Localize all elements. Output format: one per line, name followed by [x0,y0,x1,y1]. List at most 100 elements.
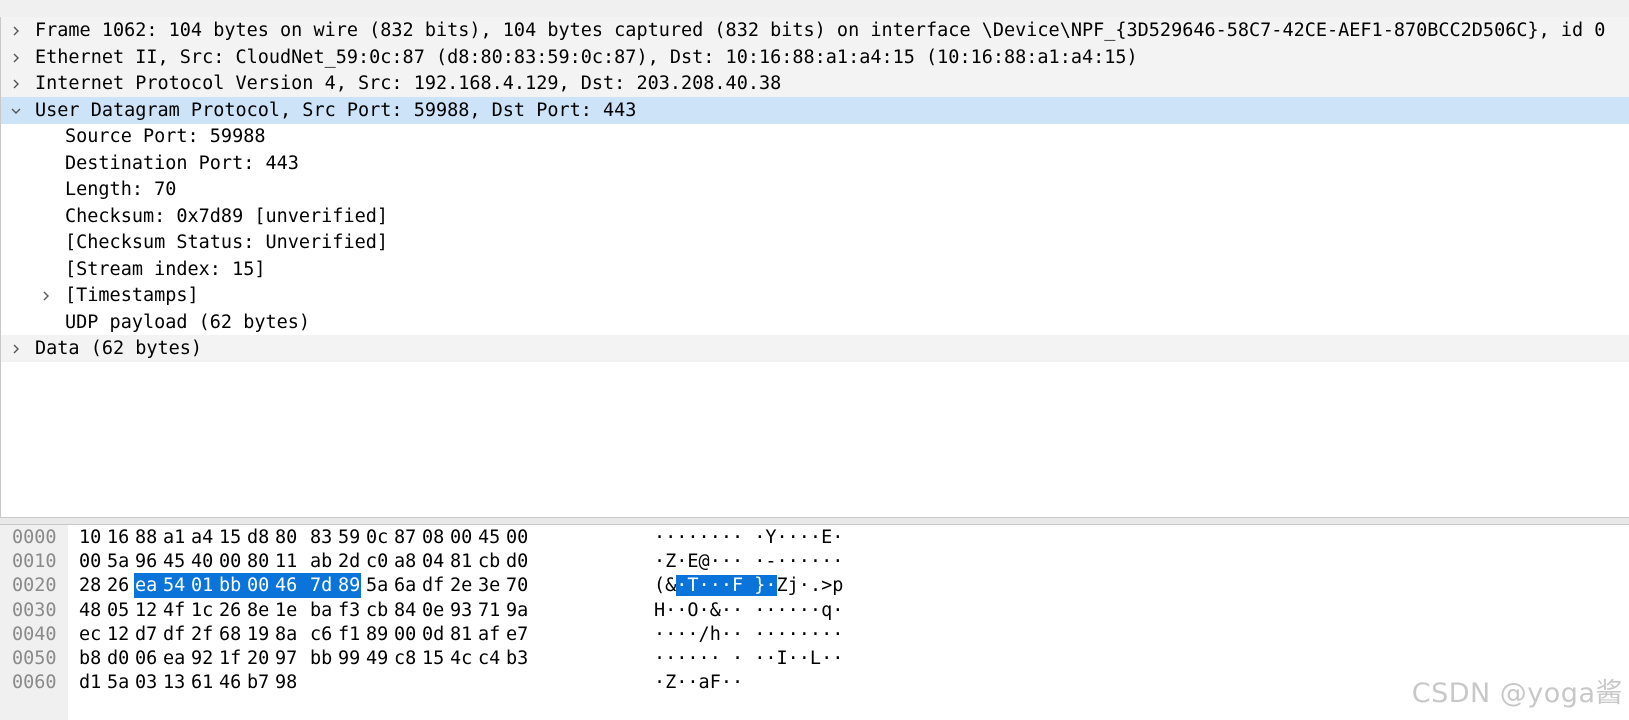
tree-row[interactable]: [Timestamps] [1,282,1629,309]
hex-byte[interactable]: ba [310,598,338,623]
hex-byte[interactable]: 45 [478,525,506,550]
hex-byte[interactable]: 20 [247,646,275,671]
hex-byte[interactable]: 46 [275,573,303,598]
hex-row[interactable]: 0050 b8 d0 06 ea 92 1f 20 97 bb 99 49 c8 15 4c c4 b3 [0,646,640,671]
hex-byte[interactable]: 88 [135,525,163,550]
ascii-row[interactable]: ·Z··aF·· [654,670,743,695]
hex-byte[interactable]: ab [310,549,338,574]
hex-byte[interactable]: 00 [450,525,478,550]
hex-byte[interactable]: bb [310,646,338,671]
hex-byte[interactable]: d8 [247,525,275,550]
hex-byte[interactable]: 83 [310,525,338,550]
hex-byte[interactable]: c6 [310,622,338,647]
hex-byte[interactable]: 59 [338,525,366,550]
hex-byte[interactable]: 00 [394,622,422,647]
hex-byte[interactable]: 4f [163,598,191,623]
hex-byte[interactable]: c0 [366,549,394,574]
hex-byte[interactable]: d0 [107,646,135,671]
hex-byte[interactable]: 0c [366,525,394,550]
hex-byte[interactable]: 0e [422,598,450,623]
ascii-row[interactable]: ·Z·E@··· ·-······ [654,549,843,574]
hex-byte[interactable]: 5a [107,670,135,695]
hex-byte[interactable]: 08 [422,525,450,550]
hex-byte[interactable]: b7 [247,670,275,695]
hex-byte[interactable]: 13 [163,670,191,695]
hex-byte[interactable]: 04 [422,549,450,574]
hex-byte[interactable]: ea [135,573,163,598]
hex-byte[interactable]: 2d [338,549,366,574]
hex-byte[interactable]: 00 [79,549,107,574]
hex-row[interactable]: 0010 00 5a 96 45 40 00 80 11 ab 2d c0 a8 04 81 cb d0 [0,549,640,574]
hex-byte[interactable]: 87 [394,525,422,550]
hex-byte[interactable]: 03 [135,670,163,695]
hex-byte[interactable]: 0d [422,622,450,647]
hex-byte[interactable]: 70 [506,573,534,598]
hex-byte[interactable]: 98 [275,670,303,695]
hex-byte[interactable]: 5a [366,573,394,598]
hex-byte[interactable]: 28 [79,573,107,598]
hex-byte[interactable]: f3 [338,598,366,623]
hex-byte[interactable]: 3e [478,573,506,598]
ascii-row[interactable]: ····/h·· ········ [654,622,843,647]
hex-byte[interactable]: 01 [191,573,219,598]
hex-byte[interactable]: cb [366,598,394,623]
hex-byte[interactable]: 71 [478,598,506,623]
tree-row[interactable]: UDP payload (62 bytes) [1,309,1629,336]
hex-byte[interactable]: 7d [310,573,338,598]
hex-row[interactable]: 0030 48 05 12 4f 1c 26 8e 1e ba f3 cb 84 0e 93 71 9a [0,598,640,623]
hex-byte[interactable]: 00 [219,549,247,574]
hex-byte[interactable]: 8e [247,598,275,623]
hex-byte[interactable]: bb [219,573,247,598]
hex-byte[interactable]: 89 [338,573,366,598]
hex-byte[interactable]: 5a [107,549,135,574]
hex-byte[interactable]: 1e [275,598,303,623]
hex-byte[interactable]: c4 [478,646,506,671]
hex-byte[interactable]: 1c [191,598,219,623]
hex-byte[interactable]: ea [163,646,191,671]
hex-byte[interactable]: 9a [506,598,534,623]
hex-byte[interactable]: 49 [366,646,394,671]
tree-row[interactable]: Data (62 bytes) [1,335,1629,362]
hex-byte[interactable]: d1 [79,670,107,695]
hex-byte[interactable]: e7 [506,622,534,647]
hex-byte[interactable]: 68 [219,622,247,647]
hex-byte[interactable]: a4 [191,525,219,550]
hex-byte[interactable]: b3 [506,646,534,671]
hex-byte[interactable]: 89 [366,622,394,647]
hex-byte[interactable]: 06 [135,646,163,671]
hex-byte[interactable]: 12 [107,622,135,647]
hex-byte[interactable]: 2e [450,573,478,598]
hex-byte[interactable]: 00 [247,573,275,598]
hex-byte[interactable]: b8 [79,646,107,671]
hex-byte[interactable]: df [163,622,191,647]
hex-byte[interactable]: 16 [107,525,135,550]
hex-byte[interactable]: af [478,622,506,647]
hex-byte[interactable]: 26 [219,598,247,623]
ascii-row[interactable]: H··O·&·· ······q· [654,598,843,623]
hex-byte[interactable]: 97 [275,646,303,671]
hex-byte[interactable]: 93 [450,598,478,623]
hex-byte[interactable]: ec [79,622,107,647]
ascii-row[interactable]: ······ · ··I··L·· [654,646,843,671]
hex-byte[interactable]: 15 [422,646,450,671]
tree-row[interactable]: Ethernet II, Src: CloudNet_59:0c:87 (d8:… [1,43,1629,71]
hex-byte[interactable]: 81 [450,622,478,647]
tree-row[interactable]: [Stream index: 15] [1,256,1629,283]
hex-byte[interactable]: a8 [394,549,422,574]
hex-byte[interactable]: 54 [163,573,191,598]
tree-row[interactable]: Length: 70 [1,176,1629,203]
hex-byte[interactable]: 8a [275,622,303,647]
hex-byte[interactable]: 45 [163,549,191,574]
hex-row[interactable]: 0060 d1 5a 03 13 61 46 b7 98 [0,670,640,695]
hex-byte[interactable]: f1 [338,622,366,647]
hex-byte[interactable]: df [422,573,450,598]
hex-byte[interactable]: 00 [506,525,534,550]
hex-byte[interactable]: cb [478,549,506,574]
tree-row[interactable]: Destination Port: 443 [1,150,1629,177]
hex-byte[interactable]: 1f [219,646,247,671]
packet-details-tree[interactable]: Frame 1062: 104 bytes on wire (832 bits)… [0,17,1629,517]
hex-byte[interactable]: 11 [275,549,303,574]
hex-byte[interactable]: 15 [219,525,247,550]
hex-byte[interactable]: 81 [450,549,478,574]
hex-byte[interactable]: 80 [247,549,275,574]
